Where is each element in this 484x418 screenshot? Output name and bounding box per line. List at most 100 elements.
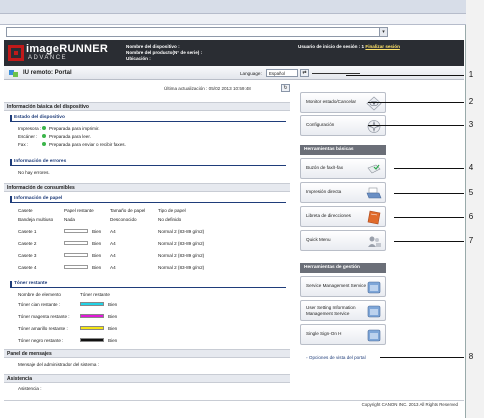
quick-menu-label: Quick Menu: [306, 237, 331, 242]
fax-mailbox-label: Buzón de fax/I-fax: [306, 165, 344, 170]
toner-row-name: Tóner cian restante :: [18, 302, 61, 307]
basic-info-header: Información básica del dispositivo: [4, 102, 290, 111]
callout-line: [346, 75, 464, 76]
paper-row-cassette: Casete 2: [18, 241, 37, 246]
paper-row-size: Desconocido: [110, 217, 137, 222]
paper-row-type: Normal 2 (83-89 g/m2): [158, 229, 205, 234]
paper-row-type: No definido: [158, 217, 182, 222]
direct-print-button[interactable]: Impresión directa: [300, 182, 386, 203]
page-title: IU remoto: Portal: [23, 70, 72, 76]
eye-diamond-icon: [366, 96, 382, 111]
messages-value: Mensaje del administrador del sistema :: [18, 362, 99, 367]
management-tools-header: Herramientas de gestión: [300, 263, 386, 273]
callout-3: 3: [468, 120, 474, 129]
toner-row-value: Bien: [108, 326, 118, 331]
address-book-label: Libreta de direcciones: [306, 213, 351, 218]
login-user-label: Usuario de inicio de sesión : 1: [298, 44, 365, 49]
paper-row-remaining: Bien: [92, 241, 102, 246]
paper-row-type: Normal 2 (83-89 g/m2): [158, 253, 205, 258]
status-value-fax: Preparada para enviar o recibir faxes.: [49, 142, 126, 147]
last-update-text: Última actualización : 05/02 2013 10:59:…: [164, 86, 251, 91]
language-link: [312, 71, 360, 74]
paper-level-bar: [64, 253, 88, 257]
paper-row-cassette: Casete 3: [18, 253, 37, 258]
direct-print-label: Impresión directa: [306, 189, 342, 194]
status-ok-icon: [42, 126, 46, 130]
users-icon: [368, 236, 381, 247]
address-bar[interactable]: ▾: [6, 27, 388, 37]
callout-1: 1: [468, 70, 474, 79]
callout-line: [394, 168, 464, 169]
app-window-icon: [367, 329, 381, 342]
service-management-label: Service Management Service: [306, 283, 367, 288]
toner-row-value: Bien: [108, 338, 118, 343]
toner-col-name: Nombre de elemento: [18, 292, 61, 297]
callout-line: [368, 102, 464, 103]
status-label-printer: Impresora :: [18, 126, 42, 131]
paper-info-header: Información de papel: [10, 196, 286, 203]
app-window-icon: [367, 281, 381, 294]
refresh-button[interactable]: ↻: [281, 84, 290, 92]
toner-black-bar: [80, 338, 104, 342]
toner-row-name: Tóner negro restante :: [18, 338, 64, 343]
portal-icon: [9, 70, 18, 77]
language-apply-button[interactable]: ⇄: [300, 69, 309, 77]
toner-row-value: Bien: [108, 302, 118, 307]
callout-line: [368, 125, 464, 126]
service-management-button[interactable]: Service Management Service: [300, 276, 386, 297]
paper-col-remaining: Papel restante: [64, 208, 94, 213]
paper-row-size: A4: [110, 241, 116, 246]
support-header: Asistencia: [4, 374, 290, 383]
gear-icon: [367, 120, 381, 133]
copyright-text: Copyright CANON INC. 2013 All Rights Res…: [361, 402, 458, 407]
logout-link[interactable]: Finalizar sesión: [365, 44, 399, 49]
callout-line: [394, 241, 464, 242]
callout-4: 4: [468, 163, 474, 172]
support-value: Asistencia :: [18, 386, 42, 391]
paper-row-cassette: Bandeja multiuso: [18, 217, 54, 222]
status-ok-icon: [42, 142, 46, 146]
quick-menu-button[interactable]: Quick Menu: [300, 230, 386, 251]
portal-options-label: Opciones de vista del portal: [308, 355, 366, 360]
fax-mailbox-button[interactable]: Buzón de fax/I-fax: [300, 158, 386, 179]
user-setting-label: User Setting Information Management Serv…: [306, 305, 356, 316]
footer: Copyright CANON INC. 2013 All Rights Res…: [4, 400, 464, 408]
paper-col-size: Tamaño de papel: [110, 208, 146, 213]
portal-view-options-link[interactable]: ◦ Opciones de vista del portal: [306, 355, 366, 360]
address-book-icon: [367, 210, 381, 225]
errors-value: No hay errores.: [18, 170, 50, 175]
basic-tools-header: Herramientas básicas: [300, 145, 386, 155]
toner-yellow-bar: [80, 326, 104, 330]
paper-row-size: A4: [110, 253, 116, 258]
callout-5: 5: [468, 188, 474, 197]
paper-row-cassette: Casete 4: [18, 265, 37, 270]
browser-menubar: [0, 0, 466, 14]
paper-level-bar: [64, 241, 88, 245]
user-setting-button[interactable]: User Setting Information Management Serv…: [300, 300, 386, 321]
app-header: imageRUNNER ADVANCE Nombre del dispositi…: [4, 40, 464, 66]
toner-magenta-bar: [80, 314, 104, 318]
status-value-scanner: Preparada para leer.: [49, 134, 91, 139]
location-label: Ubicación :: [126, 56, 151, 61]
main-content: Última actualización : 05/02 2013 10:59:…: [4, 82, 290, 416]
canon-logo-icon: [8, 45, 24, 61]
consumables-header: Información de consumibles: [4, 183, 290, 192]
status-label-fax: Fax :: [18, 142, 29, 147]
toner-header: Tóner restante: [10, 281, 286, 288]
brand-name: imageRUNNER: [26, 43, 109, 55]
paper-row-remaining: Bien: [92, 253, 102, 258]
toner-row-name: Tóner magenta restante :: [18, 314, 70, 319]
status-label-scanner: Escáner :: [18, 134, 38, 139]
language-select[interactable]: Español: [266, 69, 298, 77]
language-label: Language:: [240, 71, 262, 76]
address-book-button[interactable]: Libreta de direcciones: [300, 206, 386, 227]
paper-row-remaining: Nada: [64, 217, 75, 222]
address-dropdown-icon[interactable]: ▾: [379, 28, 387, 36]
paper-col-cassette: Casete: [18, 208, 33, 213]
sso-button[interactable]: Single Sign-On H: [300, 324, 386, 345]
paper-row-size: A4: [110, 229, 116, 234]
callout-line: [394, 217, 464, 218]
user-info: Usuario de inicio de sesión : 1 Finaliza…: [298, 44, 400, 49]
callout-6: 6: [468, 212, 474, 221]
printer-icon: [366, 187, 382, 199]
